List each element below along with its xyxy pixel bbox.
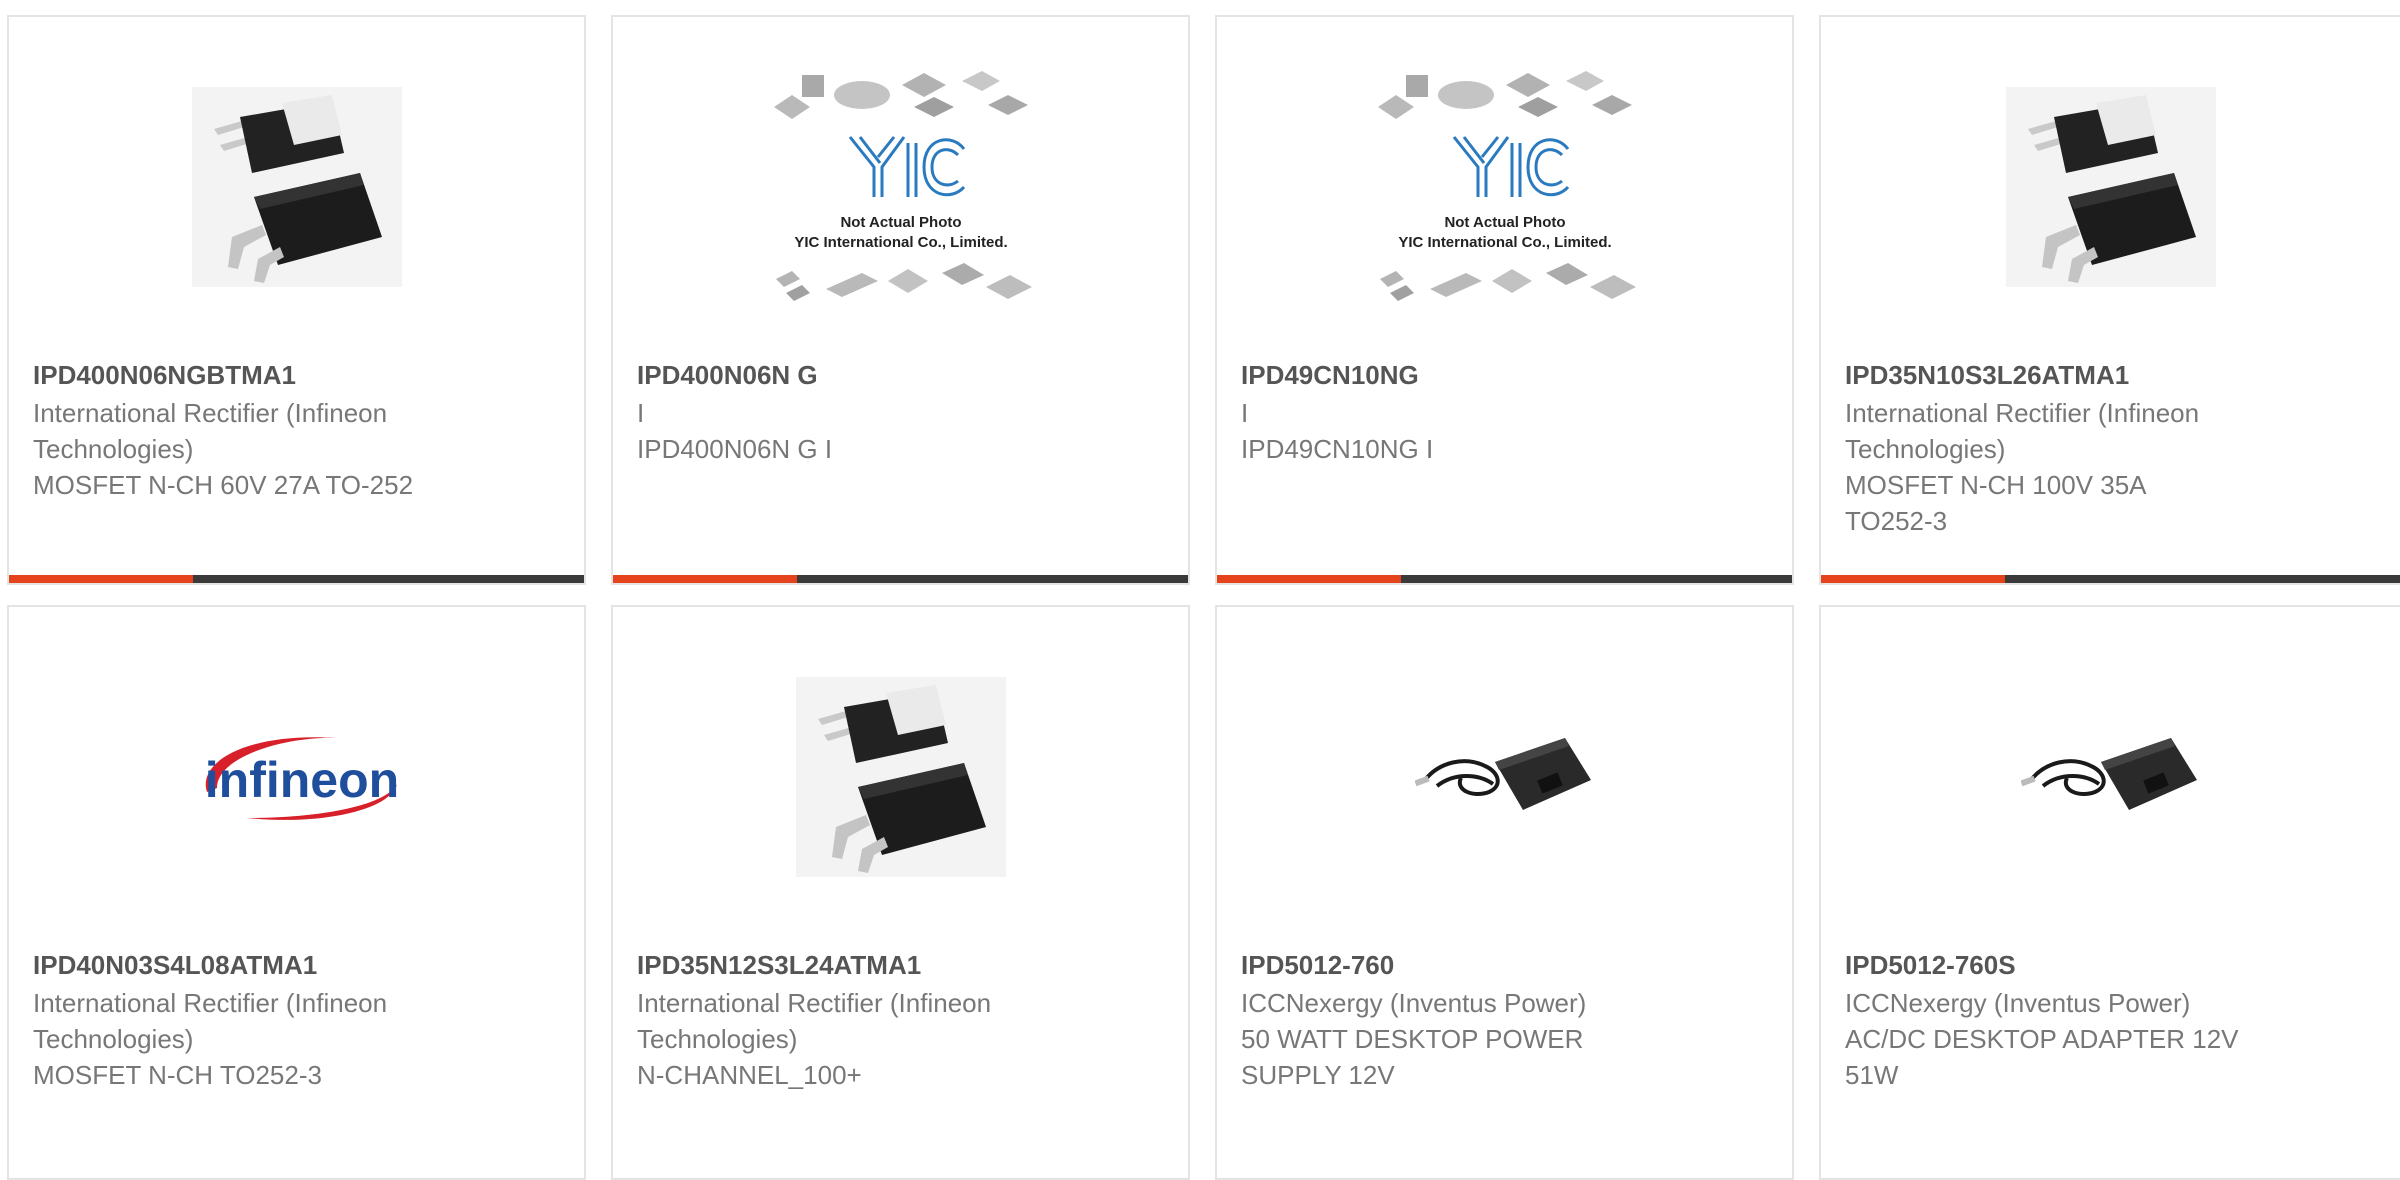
to252-package-icon — [2005, 87, 2216, 287]
description: IPD49CN10NG I — [1241, 434, 1434, 464]
part-number[interactable]: IPD49CN10NG — [1241, 357, 1768, 393]
description: MOSFET N-CH TO252-3 — [33, 1060, 322, 1090]
description: N-CHANNEL_100+ — [637, 1060, 862, 1090]
logo-text: infineon — [204, 752, 398, 808]
part-number[interactable]: IPD5012-760S — [1845, 947, 2376, 983]
placeholder-title: Not Actual Photo — [840, 214, 961, 231]
product-image[interactable]: Not Actual Photo YIC International Co., … — [613, 71, 1188, 301]
product-image[interactable] — [1821, 77, 2400, 297]
part-number[interactable]: IPD400N06N G — [637, 357, 1164, 393]
manufacturer: I — [1241, 398, 1249, 428]
part-number[interactable]: IPD40N03S4L08ATMA1 — [33, 947, 560, 983]
product-card[interactable]: IPD5012-760S ICCNexergy (Inventus Power)… — [1819, 605, 2400, 1180]
yic-placeholder-icon: Not Actual Photo YIC International Co., … — [1377, 71, 1636, 301]
part-number[interactable]: IPD5012-760 — [1241, 947, 1768, 983]
manufacturer: ICCNexergy (Inventus Power) — [1241, 988, 1587, 1018]
manufacturer: International Rectifier (Infineon Techno… — [33, 988, 388, 1054]
power-adapter-icon — [2020, 738, 2197, 810]
description: 50 WATT DESKTOP POWER SUPPLY 12V — [1241, 1024, 1584, 1090]
product-card[interactable]: Not Actual Photo YIC International Co., … — [611, 15, 1190, 585]
placeholder-title: Not Actual Photo — [1444, 214, 1565, 231]
description: IPD400N06N G I — [637, 434, 833, 464]
product-image[interactable] — [1217, 667, 1792, 887]
product-image[interactable] — [1821, 667, 2400, 887]
manufacturer: I — [637, 398, 645, 428]
to252-package-icon — [191, 87, 402, 287]
card-accent — [9, 575, 193, 583]
product-image[interactable]: Not Actual Photo YIC International Co., … — [1217, 71, 1792, 301]
product-card[interactable]: Not Actual Photo YIC International Co., … — [1215, 15, 1794, 585]
card-accent — [1217, 575, 1401, 583]
manufacturer: International Rectifier (Infineon Techno… — [33, 398, 388, 464]
manufacturer: International Rectifier (Infineon Techno… — [637, 988, 992, 1054]
placeholder-subtitle: YIC International Co., Limited. — [1398, 234, 1611, 251]
part-number[interactable]: IPD35N12S3L24ATMA1 — [637, 947, 1164, 983]
product-image[interactable] — [613, 667, 1188, 887]
manufacturer: ICCNexergy (Inventus Power) — [1845, 988, 2191, 1018]
infineon-logo-icon: infineon — [204, 737, 399, 820]
power-adapter-icon — [1414, 738, 1591, 810]
yic-placeholder-icon: Not Actual Photo YIC International Co., … — [773, 71, 1032, 301]
card-accent — [1821, 575, 2005, 583]
card-bottom-bar — [1821, 575, 2400, 583]
description: AC/DC DESKTOP ADAPTER 12V 51W — [1845, 1024, 2239, 1090]
product-image[interactable] — [9, 77, 584, 297]
card-bottom-bar — [613, 575, 1188, 583]
product-card[interactable]: IPD35N12S3L24ATMA1 International Rectifi… — [611, 605, 1190, 1180]
card-accent — [613, 575, 797, 583]
product-card[interactable]: IPD5012-760 ICCNexergy (Inventus Power) … — [1215, 605, 1794, 1180]
manufacturer: International Rectifier (Infineon Techno… — [1845, 398, 2200, 464]
product-card[interactable]: IPD35N10S3L26ATMA1 International Rectifi… — [1819, 15, 2400, 585]
product-image[interactable]: infineon — [9, 667, 584, 887]
description: MOSFET N-CH 60V 27A TO-252 — [33, 470, 414, 500]
product-card[interactable]: infineon IPD40N03S4L08ATMA1 Internationa… — [7, 605, 586, 1180]
to252-package-icon — [795, 677, 1006, 877]
description: MOSFET N-CH 100V 35A TO252-3 — [1845, 470, 2147, 536]
product-card[interactable]: IPD400N06NGBTMA1 International Rectifier… — [7, 15, 586, 585]
card-bottom-bar — [1217, 575, 1792, 583]
placeholder-subtitle: YIC International Co., Limited. — [794, 234, 1007, 251]
card-bottom-bar — [9, 575, 584, 583]
part-number[interactable]: IPD400N06NGBTMA1 — [33, 357, 560, 393]
part-number[interactable]: IPD35N10S3L26ATMA1 — [1845, 357, 2376, 393]
